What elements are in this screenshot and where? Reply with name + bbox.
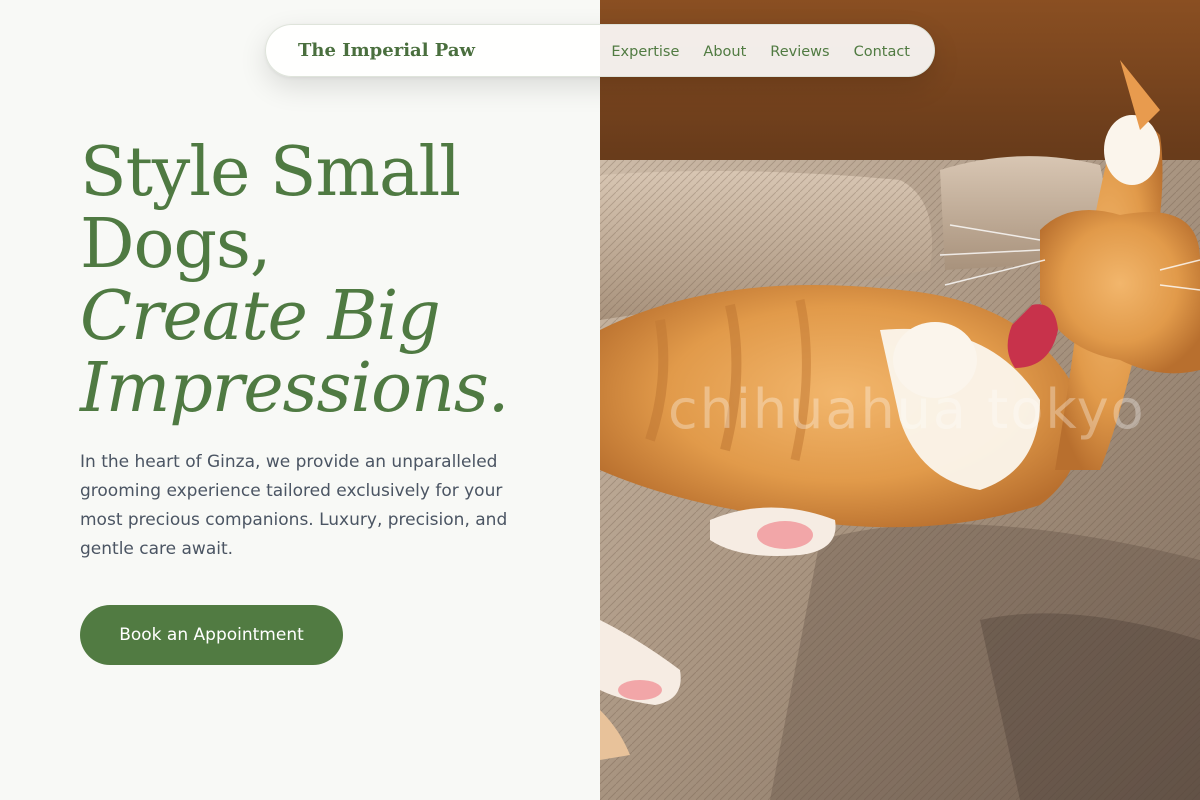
nav-item: Reviews (770, 41, 829, 60)
nav-item: Expertise (611, 41, 679, 60)
headline-line: Style Small (80, 133, 461, 212)
nav-link-about[interactable]: About (703, 44, 746, 60)
headline-line-italic: Create Big (80, 277, 441, 356)
nav-link-contact[interactable]: Contact (854, 44, 910, 60)
hero-description: In the heart of Ginza, we provide an unp… (80, 452, 508, 559)
nav-item: About (703, 41, 746, 60)
nav-link-expertise[interactable]: Expertise (611, 44, 679, 60)
book-appointment-button[interactable]: Book an Appointment (80, 605, 343, 665)
nav-link-reviews[interactable]: Reviews (770, 44, 829, 60)
headline-line-italic: Impressions. (80, 349, 509, 428)
hero-photo: chihuahua tokyo (600, 0, 1200, 800)
top-navbar: The Imperial Paw Expertise About Reviews… (265, 24, 935, 77)
nav-links: Expertise About Reviews Contact (611, 41, 910, 60)
hero-headline: Style Small Dogs, Create Big Impressions… (80, 137, 600, 425)
landing-page: Style Small Dogs, Create Big Impressions… (0, 0, 1200, 800)
cat-on-cushion-image (600, 0, 1200, 800)
nav-item: Contact (854, 41, 910, 60)
hero-section: Style Small Dogs, Create Big Impressions… (0, 0, 600, 800)
headline-line: Dogs, (80, 205, 272, 284)
brand-logo[interactable]: The Imperial Paw (298, 40, 475, 61)
